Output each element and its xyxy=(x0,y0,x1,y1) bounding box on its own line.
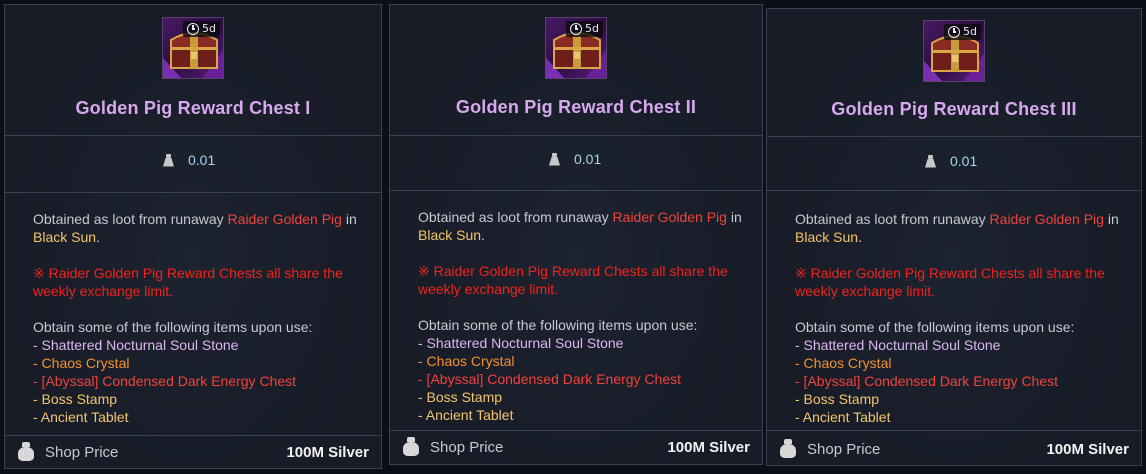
shop-price-label: Shop Price xyxy=(45,443,119,461)
list-item: - [Abyssal] Condensed Dark Energy Chest xyxy=(418,371,682,387)
loot-source-text: Obtained as loot from runaway Raider Gol… xyxy=(418,208,748,244)
money-bag-icon xyxy=(402,437,420,457)
shop-price-value: 100M Silver xyxy=(286,443,369,461)
list-item: - Boss Stamp xyxy=(795,391,880,407)
place-name: Black Sun xyxy=(33,229,97,245)
clock-icon xyxy=(187,23,200,35)
clock-icon xyxy=(948,26,961,38)
shop-price-value: 100M Silver xyxy=(667,438,750,456)
weight-icon xyxy=(163,153,174,167)
item-title: Golden Pig Reward Chest III xyxy=(831,99,1077,119)
duration-label: 5d xyxy=(963,25,977,38)
weight-value: 0.01 xyxy=(950,153,978,169)
money-bag-icon xyxy=(779,439,797,459)
desc-end: . xyxy=(96,229,100,245)
desc-end: . xyxy=(481,227,485,243)
chest-item-slot[interactable]: 5d xyxy=(162,17,224,79)
place-name: Black Sun xyxy=(795,229,859,245)
shop-price-value: 100M Silver xyxy=(1046,440,1129,458)
weight-value: 0.01 xyxy=(574,151,602,167)
clock-icon xyxy=(570,23,583,35)
item-description: Obtained as loot from runaway Raider Gol… xyxy=(795,210,1127,426)
item-title: Golden Pig Reward Chest I xyxy=(75,98,311,118)
item-title: Golden Pig Reward Chest II xyxy=(455,97,697,117)
loot-source-text: Obtained as loot from runaway Raider Gol… xyxy=(33,210,367,246)
weight-row: 0.01 xyxy=(549,151,601,167)
desc-prefix: Obtained as loot from runaway xyxy=(795,211,990,227)
desc-mid: in xyxy=(726,209,742,225)
list-item: - [Abyssal] Condensed Dark Energy Chest xyxy=(795,373,1059,389)
obtain-header: Obtain some of the following items upon … xyxy=(33,319,313,335)
list-item: - Chaos Crystal xyxy=(33,355,130,371)
shop-price-label-group: Shop Price xyxy=(402,437,503,457)
desc-prefix: Obtained as loot from runaway xyxy=(418,209,613,225)
duration-badge: 5d xyxy=(944,24,981,40)
list-item: - Chaos Crystal xyxy=(418,353,515,369)
list-item: - Shattered Nocturnal Soul Stone xyxy=(795,337,1001,353)
divider xyxy=(5,135,381,136)
shop-price-row: Shop Price 100M Silver xyxy=(5,437,381,467)
list-item: - Ancient Tablet xyxy=(795,409,891,425)
weekly-limit-warning: ※ Raider Golden Pig Reward Chests all sh… xyxy=(418,263,728,297)
shop-price-label: Shop Price xyxy=(807,440,881,458)
divider xyxy=(5,192,381,193)
divider xyxy=(767,430,1141,431)
chest-item-slot[interactable]: 5d xyxy=(923,20,985,82)
weight-icon xyxy=(925,154,936,168)
desc-prefix: Obtained as loot from runaway xyxy=(33,211,228,227)
place-name: Black Sun xyxy=(418,227,482,243)
shop-price-label-group: Shop Price xyxy=(779,439,880,459)
list-item: - Boss Stamp xyxy=(33,391,118,407)
divider xyxy=(390,430,762,431)
weight-value: 0.01 xyxy=(188,152,216,168)
divider xyxy=(767,136,1141,137)
obtain-header: Obtain some of the following items upon … xyxy=(795,319,1075,335)
desc-mid: in xyxy=(341,211,357,227)
shop-price-row: Shop Price 100M Silver xyxy=(767,434,1141,464)
divider xyxy=(390,135,762,136)
desc-end: . xyxy=(858,229,862,245)
item-description: Obtained as loot from runaway Raider Gol… xyxy=(418,208,748,424)
divider xyxy=(5,435,381,436)
item-tooltip-card: 5d Golden Pig Reward Chest III 0.01 Obta… xyxy=(766,8,1142,466)
mob-name: Raider Golden Pig xyxy=(227,211,342,227)
list-item: - Ancient Tablet xyxy=(418,407,514,423)
list-item: - Shattered Nocturnal Soul Stone xyxy=(33,337,239,353)
divider xyxy=(767,190,1141,191)
item-description: Obtained as loot from runaway Raider Gol… xyxy=(33,210,367,426)
duration-badge: 5d xyxy=(566,21,603,37)
chest-item-slot[interactable]: 5d xyxy=(545,17,607,79)
obtain-header: Obtain some of the following items upon … xyxy=(418,317,698,333)
list-item: - Boss Stamp xyxy=(418,389,503,405)
mob-name: Raider Golden Pig xyxy=(989,211,1104,227)
desc-mid: in xyxy=(1103,211,1119,227)
list-item: - Chaos Crystal xyxy=(795,355,892,371)
list-item: - Shattered Nocturnal Soul Stone xyxy=(418,335,624,351)
weekly-limit-warning: ※ Raider Golden Pig Reward Chests all sh… xyxy=(33,265,343,299)
mob-name: Raider Golden Pig xyxy=(612,209,727,225)
weight-row: 0.01 xyxy=(925,153,977,169)
shop-price-label: Shop Price xyxy=(430,438,504,456)
weight-row: 0.01 xyxy=(163,152,215,168)
duration-label: 5d xyxy=(585,22,599,35)
item-tooltip-card: 5d Golden Pig Reward Chest I 0.01 Obtain… xyxy=(4,4,382,469)
list-item: - [Abyssal] Condensed Dark Energy Chest xyxy=(33,373,297,389)
item-tooltip-card: 5d Golden Pig Reward Chest II 0.01 Obtai… xyxy=(389,4,763,465)
money-bag-icon xyxy=(17,442,35,462)
shop-price-label-group: Shop Price xyxy=(17,442,118,462)
list-item: - Ancient Tablet xyxy=(33,409,129,425)
weekly-limit-warning: ※ Raider Golden Pig Reward Chests all sh… xyxy=(795,265,1105,299)
duration-label: 5d xyxy=(202,22,216,35)
duration-badge: 5d xyxy=(183,21,220,37)
divider xyxy=(390,190,762,191)
loot-source-text: Obtained as loot from runaway Raider Gol… xyxy=(795,210,1127,246)
weight-icon xyxy=(549,152,560,166)
shop-price-row: Shop Price 100M Silver xyxy=(390,432,762,462)
